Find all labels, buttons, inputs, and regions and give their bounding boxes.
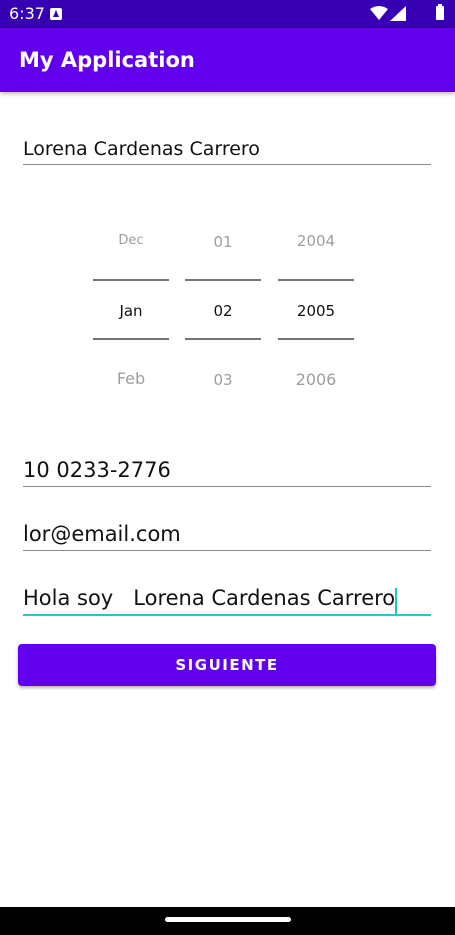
status-bar: 6:37 bbox=[0, 0, 455, 28]
year-divider-bottom bbox=[278, 338, 354, 340]
year-divider-top bbox=[278, 279, 354, 281]
signal-icon bbox=[390, 6, 406, 21]
month-picker[interactable]: Dec Jan Feb bbox=[93, 225, 169, 395]
email-field-value: lor@email.com bbox=[23, 522, 181, 546]
year-next[interactable]: 2006 bbox=[278, 370, 354, 389]
email-field[interactable]: lor@email.com bbox=[23, 520, 431, 551]
day-picker[interactable]: 01 02 03 bbox=[185, 225, 261, 395]
wifi-icon bbox=[370, 6, 388, 20]
navigation-bar bbox=[0, 907, 455, 935]
home-handle[interactable] bbox=[165, 917, 291, 922]
phone-field[interactable]: 10 0233-2776 bbox=[23, 456, 431, 487]
app-title: My Application bbox=[19, 48, 195, 72]
phone-field-value: 10 0233-2776 bbox=[23, 458, 171, 482]
status-time: 6:37 bbox=[9, 4, 45, 23]
year-prev[interactable]: 2004 bbox=[278, 232, 354, 250]
name-field[interactable]: Lorena Cardenas Carrero bbox=[23, 136, 431, 165]
a-notification-icon bbox=[50, 8, 62, 20]
text-cursor bbox=[395, 587, 398, 614]
name-field-value: Lorena Cardenas Carrero bbox=[23, 138, 260, 160]
day-next[interactable]: 03 bbox=[185, 371, 261, 389]
day-divider-top bbox=[185, 279, 261, 281]
year-selected[interactable]: 2005 bbox=[278, 302, 354, 320]
day-selected[interactable]: 02 bbox=[185, 302, 261, 320]
app-bar: My Application bbox=[0, 28, 455, 92]
month-divider-bottom bbox=[93, 338, 169, 340]
description-field[interactable]: Hola soy Lorena Cardenas Carrero bbox=[23, 584, 431, 616]
month-selected[interactable]: Jan bbox=[93, 302, 169, 320]
battery-icon bbox=[436, 4, 444, 20]
month-next[interactable]: Feb bbox=[93, 369, 169, 388]
month-prev[interactable]: Dec bbox=[93, 233, 169, 248]
year-picker[interactable]: 2004 2005 2006 bbox=[278, 225, 354, 395]
day-divider-bottom bbox=[185, 338, 261, 340]
description-field-value: Hola soy Lorena Cardenas Carrero bbox=[23, 586, 396, 610]
next-button[interactable]: SIGUIENTE bbox=[18, 644, 436, 686]
day-prev[interactable]: 01 bbox=[185, 233, 261, 251]
month-divider-top bbox=[93, 279, 169, 281]
